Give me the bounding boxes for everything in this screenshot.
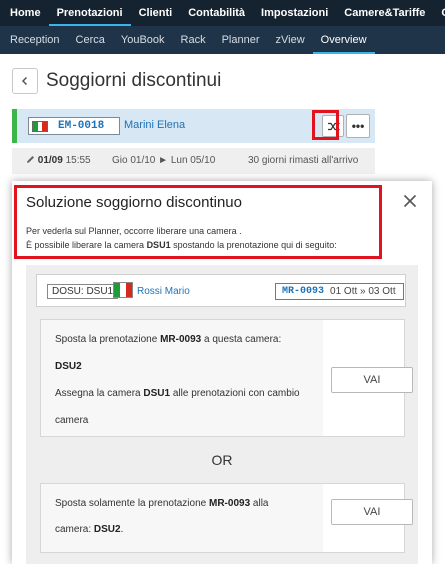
guest-rossi-link[interactable]: Rossi Mario (137, 286, 190, 297)
or-separator: OR (211, 452, 233, 468)
more-options-button[interactable]: ••• (346, 114, 370, 138)
vai-button-option-b[interactable]: VAI (331, 499, 413, 525)
modal-message-line1: Per vederla sul Planner, occorre liberar… (26, 226, 242, 236)
option-b-line2: camera: DSU2. (55, 524, 124, 535)
page-title: Soggiorni discontinui (46, 70, 222, 91)
guest-name-link[interactable]: Marini Elena (124, 119, 185, 131)
booking-code-box[interactable]: EM-0018 (28, 117, 120, 135)
sub-nav-cerca[interactable]: Cerca (68, 26, 113, 54)
booking-mr-dates: 01 Ott » 03 Ott (330, 286, 396, 297)
modal-close-button[interactable] (400, 191, 420, 211)
close-icon (403, 194, 417, 208)
top-nav-prenotazioni[interactable]: Prenotazioni (48, 0, 131, 26)
booking-mr-box[interactable]: MR-0093 01 Ott » 03 Ott (275, 283, 404, 300)
sub-nav-zview[interactable]: zView (268, 26, 313, 54)
option-b-text-area: Sposta solamente la prenotazione MR-0093… (41, 484, 323, 552)
booking-code: EM-0018 (58, 120, 105, 132)
pencil-icon (27, 156, 34, 163)
sub-nav-rack[interactable]: Rack (173, 26, 214, 54)
option-a-text-area: Sposta la prenotazione MR-0093 a questa … (41, 320, 323, 436)
dosu-strip: DOSU: DSU1 Rossi Mario MR-0093 01 Ott » … (36, 274, 406, 307)
stay-range: Gio 01/10 ► Lun 05/10 (112, 155, 216, 166)
modal-title: Soluzione soggiorno discontinuo (26, 194, 242, 211)
option-b-line1: Sposta solamente la prenotazione MR-0093… (55, 498, 269, 509)
sub-nav-overview[interactable]: Overview (312, 26, 375, 54)
top-nav: Home Prenotazioni Clienti Contabilità Im… (0, 0, 445, 26)
sub-nav-reception[interactable]: Reception (0, 26, 68, 54)
room-dsu1: DSU1 (146, 240, 171, 250)
top-nav-home[interactable]: Home (0, 0, 49, 26)
option-a-line3: Assegna la camera DSU1 alle prenotazioni… (55, 388, 300, 399)
discontinuous-stay-modal: Soluzione soggiorno discontinuo Per vede… (12, 181, 432, 564)
chevron-left-icon (21, 76, 28, 86)
top-nav-camere-tariffe[interactable]: Camere&Tariffe (336, 0, 433, 26)
top-nav-online[interactable]: OnLine (433, 0, 445, 26)
top-nav-contabilita[interactable]: Contabilità (180, 0, 253, 26)
booking-mr-code: MR-0093 (282, 286, 325, 297)
option-move-and-assign: Sposta la prenotazione MR-0093 a questa … (40, 319, 413, 437)
italy-flag-icon (113, 282, 133, 298)
arrival-date: 01/09 (37, 155, 63, 166)
days-left: 30 giorni rimasti all'arrivo (248, 155, 359, 166)
highlight-frame-swap (312, 110, 339, 140)
sub-nav-planner[interactable]: Planner (214, 26, 268, 54)
italy-flag-icon (32, 120, 48, 132)
option-move-only: Sposta solamente la prenotazione MR-0093… (40, 483, 413, 553)
vai-button-option-a[interactable]: VAI (331, 367, 413, 393)
option-a-line1: Sposta la prenotazione MR-0093 a questa … (55, 334, 282, 345)
dosu-tag: DOSU: DSU1 (47, 284, 119, 299)
sub-nav: Reception Cerca YouBook Rack Planner zVi… (0, 26, 445, 54)
option-a-line4: camera (55, 415, 89, 426)
option-a-room: DSU2 (55, 361, 82, 372)
modal-message-line2: È possibile liberare la camera DSU1 spos… (26, 240, 337, 250)
top-nav-impostazioni[interactable]: Impostazioni (253, 0, 336, 26)
arrival-info: 01/09 15:55 (26, 155, 91, 166)
solution-panel: DOSU: DSU1 Rossi Mario MR-0093 01 Ott » … (26, 265, 418, 564)
sub-nav-youbook[interactable]: YouBook (113, 26, 173, 54)
top-nav-clienti[interactable]: Clienti (131, 0, 181, 26)
booking-info-row: 01/09 15:55 Gio 01/10 ► Lun 05/10 30 gio… (12, 148, 375, 174)
arrival-time: 15:55 (65, 155, 91, 166)
back-button[interactable] (12, 68, 38, 94)
